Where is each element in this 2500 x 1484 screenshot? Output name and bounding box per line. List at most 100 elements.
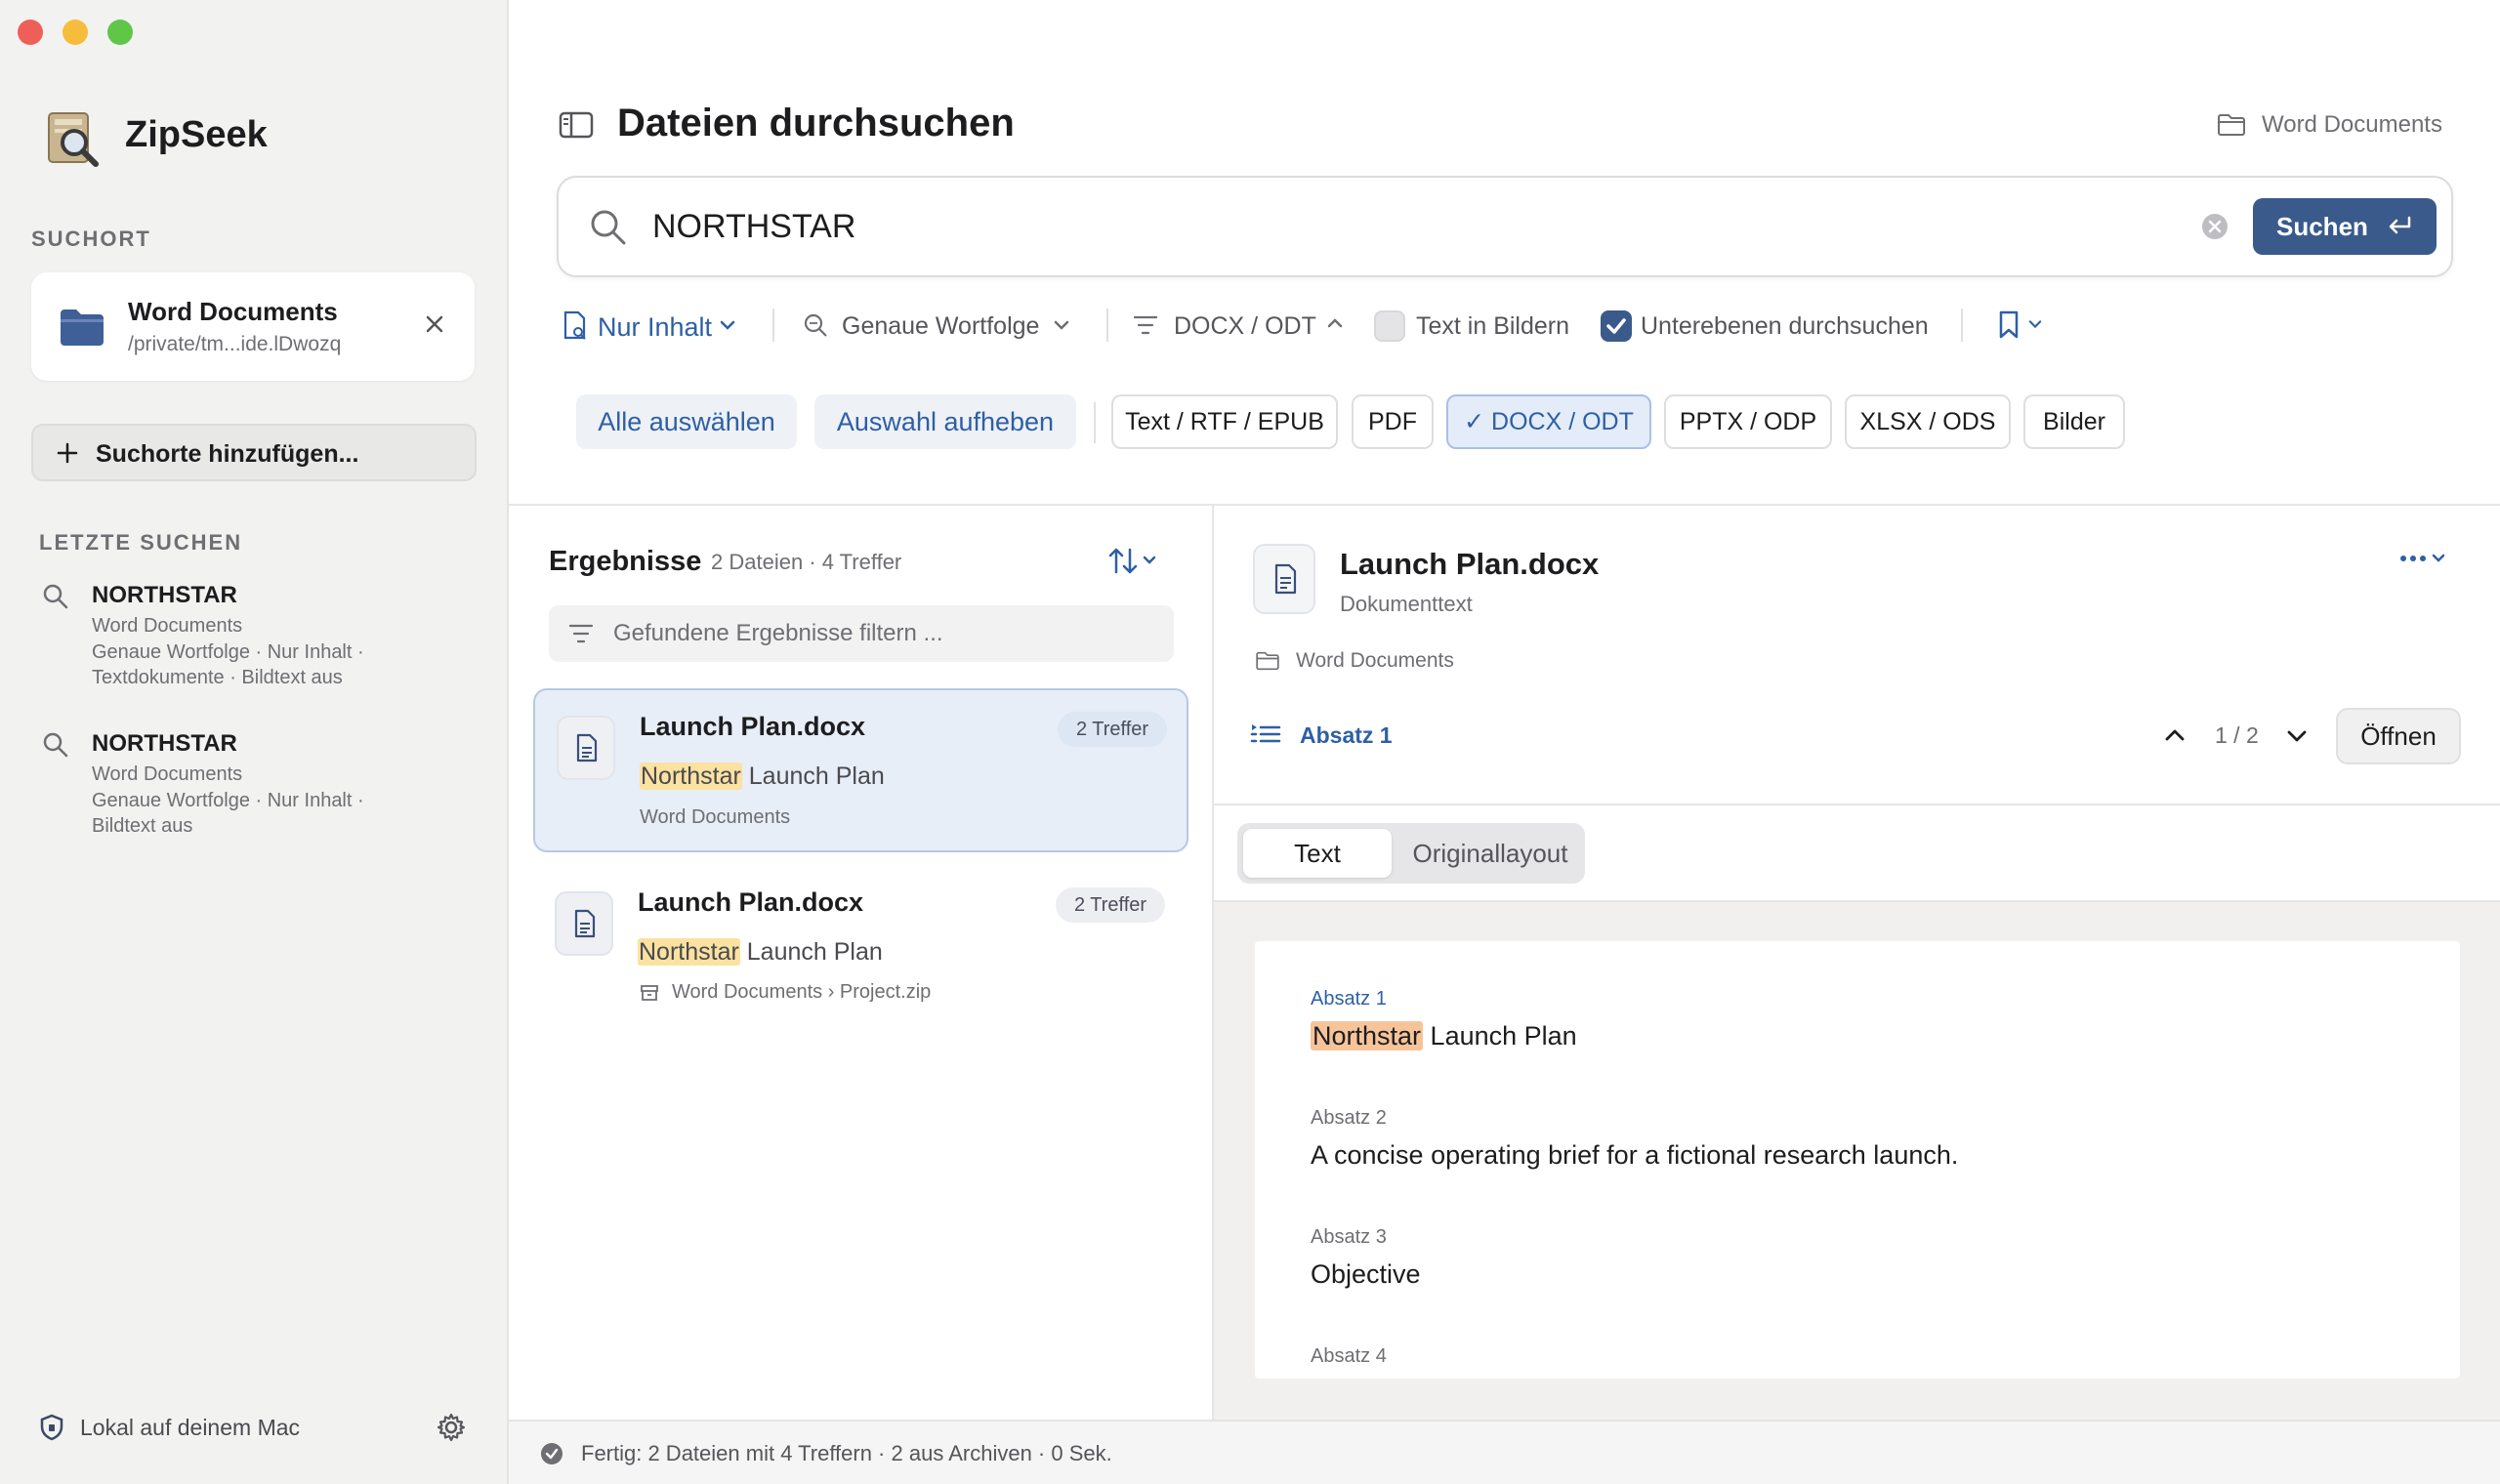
hit-count-badge: 2 Treffer (1058, 712, 1167, 747)
content-mode-dropdown[interactable]: Nur Inhalt (598, 312, 712, 343)
recent-location: Word Documents (92, 763, 243, 785)
chevron-down-icon[interactable] (2027, 318, 2043, 330)
section-selector[interactable]: Absatz 1 (1300, 722, 1393, 749)
minimize-window-button[interactable] (62, 20, 88, 45)
settings-gear-icon[interactable] (436, 1412, 467, 1443)
search-icon (43, 584, 68, 609)
paragraph-rest: Launch Plan (1423, 1021, 1577, 1051)
folder-icon (1255, 651, 1280, 671)
outline-list-icon (1250, 722, 1281, 748)
zoom-window-button[interactable] (107, 20, 133, 45)
paragraph-label: Absatz 4 (1311, 1345, 1387, 1367)
filter-lines-icon (1133, 314, 1158, 336)
type-chip-docx[interactable]: ✓ DOCX / ODT (1446, 394, 1651, 449)
sort-icon[interactable] (1107, 545, 1160, 578)
divider (1106, 309, 1108, 342)
document-search-icon (562, 310, 588, 342)
recent-details: Bildtext aus (92, 815, 193, 837)
type-chip-pptx[interactable]: PPTX / ODP (1664, 394, 1832, 449)
results-summary: 2 Dateien · 4 Treffer (711, 550, 902, 574)
result-location: Word Documents › Project.zip (672, 981, 932, 1003)
chevron-down-icon (1053, 318, 1070, 332)
open-file-button[interactable]: Öffnen (2336, 708, 2461, 764)
select-all-button[interactable]: Alle auswählen (576, 394, 797, 449)
divider (1094, 402, 1096, 443)
result-snippet: Northstar Launch Plan (638, 938, 883, 967)
more-options-icon[interactable] (2398, 548, 2451, 569)
result-item-selected[interactable]: Launch Plan.docx 2 Treffer Northstar Lau… (533, 688, 1188, 852)
recent-search-item[interactable]: NORTHSTAR Word Documents Genaue Wortfolg… (39, 580, 469, 697)
status-text: Fertig: 2 Dateien mit 4 Treffern · 2 aus… (581, 1441, 1112, 1465)
add-location-button[interactable]: Suchorte hinzufügen... (31, 424, 477, 481)
clear-search-icon[interactable] (2201, 213, 2229, 240)
recent-search-item[interactable]: NORTHSTAR Word Documents Genaue Wortfolg… (39, 728, 469, 845)
subfolders-checkbox[interactable] (1601, 310, 1632, 342)
view-mode-segmented-control: Text Originallayout (1237, 823, 1585, 884)
archive-icon (640, 983, 659, 1003)
previous-match-icon[interactable] (2164, 726, 2186, 744)
snippet-rest: Launch Plan (739, 938, 883, 966)
chevron-up-icon (1326, 316, 1344, 330)
type-chip-xlsx[interactable]: XLSX / ODS (1845, 394, 2011, 449)
paragraph-text: A concise operating brief for a fictiona… (1311, 1140, 1959, 1170)
toggle-sidebar-icon[interactable] (559, 111, 594, 139)
location-section-label: SUCHORT (31, 227, 151, 251)
bookmark-icon[interactable] (1998, 310, 2020, 340)
subfolders-label: Unterebenen durchsuchen (1641, 312, 1929, 340)
search-button[interactable]: Suchen (2253, 198, 2437, 255)
document-icon (557, 716, 615, 780)
status-bar: Fertig: 2 Dateien mit 4 Treffern · 2 aus… (509, 1420, 2500, 1484)
paragraph-label: Absatz 1 (1311, 988, 1387, 1010)
folder-icon (2217, 113, 2246, 137)
recent-location: Word Documents (92, 615, 243, 637)
recent-details: Textdokumente · Bildtext aus (92, 667, 343, 688)
tab-text[interactable]: Text (1243, 829, 1392, 878)
app-name: ZipSeek (125, 114, 268, 155)
close-window-button[interactable] (18, 20, 43, 45)
return-key-icon (2386, 215, 2413, 238)
recent-query: NORTHSTAR (92, 582, 237, 608)
add-location-label: Suchorte hinzufügen... (96, 440, 359, 468)
paragraph-text: Northstar Launch Plan (1311, 1021, 1577, 1051)
results-filter-field[interactable]: Gefundene Ergebnisse filtern ... (549, 605, 1174, 662)
search-input[interactable] (652, 201, 2176, 252)
search-scope-label[interactable]: Word Documents (2262, 111, 2442, 139)
type-chip-text[interactable]: Text / RTF / EPUB (1111, 394, 1338, 449)
search-icon (43, 732, 68, 758)
location-name: Word Documents (128, 297, 338, 326)
results-title: Ergebnisse (549, 546, 702, 577)
paragraph-text: Objective (1311, 1259, 1421, 1289)
folder-icon (59, 308, 105, 347)
result-filename: Launch Plan.docx (640, 712, 866, 741)
shield-icon (39, 1414, 64, 1441)
detail-filename: Launch Plan.docx (1340, 547, 1600, 581)
type-chip-images[interactable]: Bilder (2023, 394, 2125, 449)
app-window: ZipSeek SUCHORT Word Documents /private/… (0, 0, 2500, 1484)
format-filter-dropdown[interactable]: DOCX / ODT (1174, 312, 1316, 341)
local-mode-label: Lokal auf deinem Mac (80, 1415, 301, 1440)
result-item[interactable]: Launch Plan.docx 2 Treffer Northstar Lau… (533, 866, 1188, 1030)
divider (1214, 804, 2500, 805)
location-card[interactable]: Word Documents /private/tm...ide.lDwozq (31, 272, 475, 381)
detail-kind: Dokumenttext (1340, 592, 1473, 616)
type-chip-pdf[interactable]: PDF (1352, 394, 1434, 449)
remove-location-icon[interactable] (424, 313, 445, 335)
document-page: Absatz 1 Northstar Launch Plan Absatz 2 … (1255, 941, 2460, 1379)
recent-query: NORTHSTAR (92, 730, 237, 757)
match-mode-dropdown[interactable]: Genaue Wortfolge (842, 312, 1039, 341)
recent-details: Genaue Wortfolge · Nur Inhalt · (92, 790, 364, 811)
recent-details: Genaue Wortfolge · Nur Inhalt · (92, 641, 364, 663)
divider (772, 309, 774, 342)
divider (1961, 309, 1963, 342)
document-icon (1253, 544, 1315, 614)
result-snippet: Northstar Launch Plan (640, 763, 885, 791)
document-icon (555, 891, 613, 956)
tab-original-layout[interactable]: Originallayout (1399, 829, 1581, 878)
deselect-all-button[interactable]: Auswahl aufheben (814, 394, 1076, 449)
sidebar: ZipSeek SUCHORT Word Documents /private/… (0, 0, 509, 1484)
plus-icon (57, 442, 78, 464)
app-logo-icon (43, 109, 102, 168)
match-pager: 1 / 2 (2215, 722, 2259, 748)
text-in-images-checkbox[interactable] (1374, 310, 1405, 342)
next-match-icon[interactable] (2286, 727, 2308, 745)
